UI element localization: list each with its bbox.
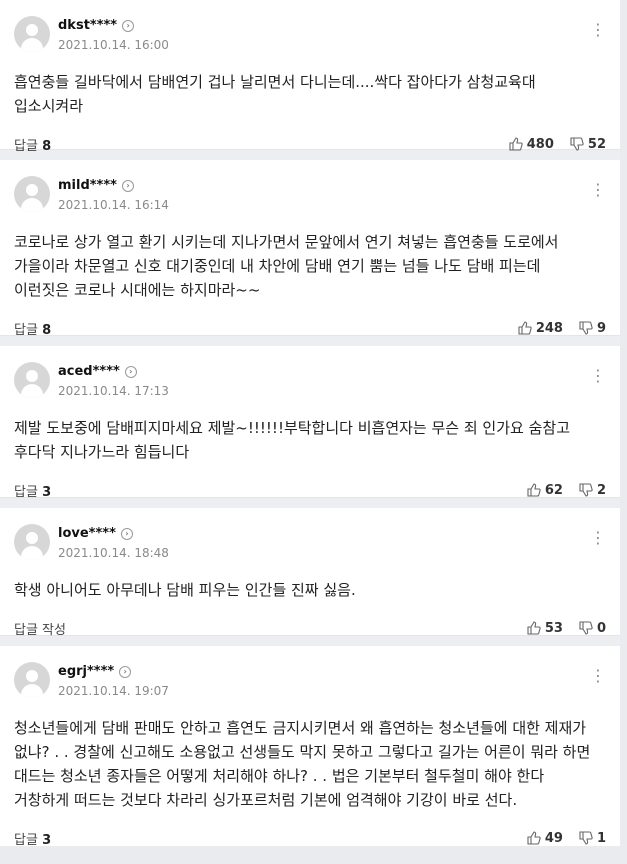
comment-text: 코로나로 상가 열고 환기 시키는데 지나가면서 문앞에서 연기 쳐넣는 흡연충… bbox=[14, 233, 559, 299]
nickname: mild**** bbox=[58, 178, 117, 193]
like-button[interactable]: 480 bbox=[509, 137, 554, 152]
reply-button[interactable]: 답글 3 bbox=[14, 481, 51, 500]
like-button[interactable]: 62 bbox=[527, 483, 563, 498]
dislike-count: 9 bbox=[596, 320, 606, 336]
more-vertical-icon[interactable]: ⋮ bbox=[590, 182, 606, 198]
reply-label: 답글 bbox=[14, 484, 38, 500]
nickname-link[interactable]: love**** › bbox=[58, 526, 169, 542]
more-vertical-icon[interactable]: ⋮ bbox=[590, 530, 606, 546]
comment-date: 2021.10.14. 17:13 bbox=[58, 384, 169, 398]
nickname-link[interactable]: mild**** › bbox=[58, 178, 169, 194]
thumbs-up-icon bbox=[527, 831, 541, 845]
chevron-right-icon: › bbox=[120, 528, 133, 540]
reply-label: 답글 bbox=[14, 322, 38, 338]
like-button[interactable]: 49 bbox=[527, 831, 563, 846]
dislike-button[interactable]: 1 bbox=[579, 831, 606, 846]
thumbs-up-icon bbox=[527, 483, 541, 497]
like-count: 53 bbox=[544, 620, 563, 636]
dislike-button[interactable]: 9 bbox=[579, 321, 606, 336]
comment-text: 제발 도보중에 담배피지마세요 제발~!!!!!!부탁합니다 비흡연자는 무슨 … bbox=[14, 419, 570, 461]
dislike-button[interactable]: 2 bbox=[579, 483, 606, 498]
reply-label: 답글 bbox=[14, 138, 38, 154]
avatar[interactable] bbox=[14, 176, 50, 212]
thumbs-up-icon bbox=[527, 621, 541, 635]
thumbs-down-icon bbox=[579, 483, 593, 497]
comment-item: egrj**** › 2021.10.14. 19:07 ⋮ 청소년들에게 담배 … bbox=[0, 646, 620, 848]
comment-text: 학생 아니어도 아무데나 담배 피우는 인간들 진짜 싫음. bbox=[14, 581, 356, 599]
chevron-right-icon: › bbox=[124, 366, 137, 378]
dislike-button[interactable]: 0 bbox=[579, 621, 606, 636]
thumbs-down-icon bbox=[570, 137, 584, 151]
comment-date: 2021.10.14. 19:07 bbox=[58, 684, 169, 698]
dislike-count: 52 bbox=[587, 136, 606, 152]
thumbs-down-icon bbox=[579, 321, 593, 335]
like-count: 480 bbox=[526, 136, 554, 152]
comment-item: dkst**** › 2021.10.14. 16:00 ⋮ 흡연충들 길바닥에서… bbox=[0, 0, 620, 154]
reply-label: 답글 bbox=[14, 832, 38, 848]
comment-text: 흡연충들 길바닥에서 담배연기 겁나 날리면서 다니는데....싹다 잡아다가 … bbox=[14, 73, 536, 115]
more-vertical-icon[interactable]: ⋮ bbox=[590, 668, 606, 684]
comment-date: 2021.10.14. 16:14 bbox=[58, 198, 169, 212]
avatar[interactable] bbox=[14, 662, 50, 698]
comment-item: love**** › 2021.10.14. 18:48 ⋮ 학생 아니어도 아무… bbox=[0, 508, 620, 638]
reply-button[interactable]: 답글 작성 bbox=[14, 619, 66, 638]
thumbs-up-icon bbox=[509, 137, 523, 151]
dislike-count: 2 bbox=[596, 482, 606, 498]
nickname-link[interactable]: egrj**** › bbox=[58, 664, 169, 680]
avatar[interactable] bbox=[14, 16, 50, 52]
reply-button[interactable]: 답글 8 bbox=[14, 135, 51, 154]
comment-date: 2021.10.14. 16:00 bbox=[58, 38, 169, 52]
reply-button[interactable]: 답글 8 bbox=[14, 319, 51, 338]
reply-button[interactable]: 답글 3 bbox=[14, 829, 51, 848]
avatar[interactable] bbox=[14, 362, 50, 398]
nickname-link[interactable]: aced**** › bbox=[58, 364, 169, 380]
chevron-right-icon: › bbox=[122, 20, 135, 32]
nickname-link[interactable]: dkst**** › bbox=[58, 18, 169, 34]
reply-count: 8 bbox=[42, 138, 52, 154]
like-count: 248 bbox=[535, 320, 563, 336]
comment-list: dkst**** › 2021.10.14. 16:00 ⋮ 흡연충들 길바닥에서… bbox=[0, 0, 620, 848]
dislike-count: 0 bbox=[596, 620, 606, 636]
comment-text: 청소년들에게 담배 판매도 안하고 흡연도 금지시키면서 왜 흡연하는 청소년들… bbox=[14, 719, 591, 809]
dislike-count: 1 bbox=[596, 830, 606, 846]
reply-label: 답글 작성 bbox=[14, 622, 66, 638]
thumbs-up-icon bbox=[518, 321, 532, 335]
like-button[interactable]: 248 bbox=[518, 321, 563, 336]
like-button[interactable]: 53 bbox=[527, 621, 563, 636]
reply-count: 3 bbox=[42, 832, 52, 848]
chevron-right-icon: › bbox=[119, 666, 132, 678]
reply-count: 3 bbox=[42, 484, 52, 500]
nickname: aced**** bbox=[58, 364, 120, 379]
comment-item: mild**** › 2021.10.14. 16:14 ⋮ 코로나로 상가 열고… bbox=[0, 160, 620, 338]
thumbs-down-icon bbox=[579, 831, 593, 845]
comment-item: aced**** › 2021.10.14. 17:13 ⋮ 제발 도보중에 담배… bbox=[0, 346, 620, 500]
reply-count: 8 bbox=[42, 322, 52, 338]
like-count: 62 bbox=[544, 482, 563, 498]
comment-date: 2021.10.14. 18:48 bbox=[58, 546, 169, 560]
like-count: 49 bbox=[544, 830, 563, 846]
more-vertical-icon[interactable]: ⋮ bbox=[590, 368, 606, 384]
nickname: egrj**** bbox=[58, 664, 115, 679]
nickname: dkst**** bbox=[58, 18, 118, 33]
thumbs-down-icon bbox=[579, 621, 593, 635]
nickname: love**** bbox=[58, 526, 116, 541]
chevron-right-icon: › bbox=[121, 180, 134, 192]
avatar[interactable] bbox=[14, 524, 50, 560]
more-vertical-icon[interactable]: ⋮ bbox=[590, 22, 606, 38]
dislike-button[interactable]: 52 bbox=[570, 137, 606, 152]
